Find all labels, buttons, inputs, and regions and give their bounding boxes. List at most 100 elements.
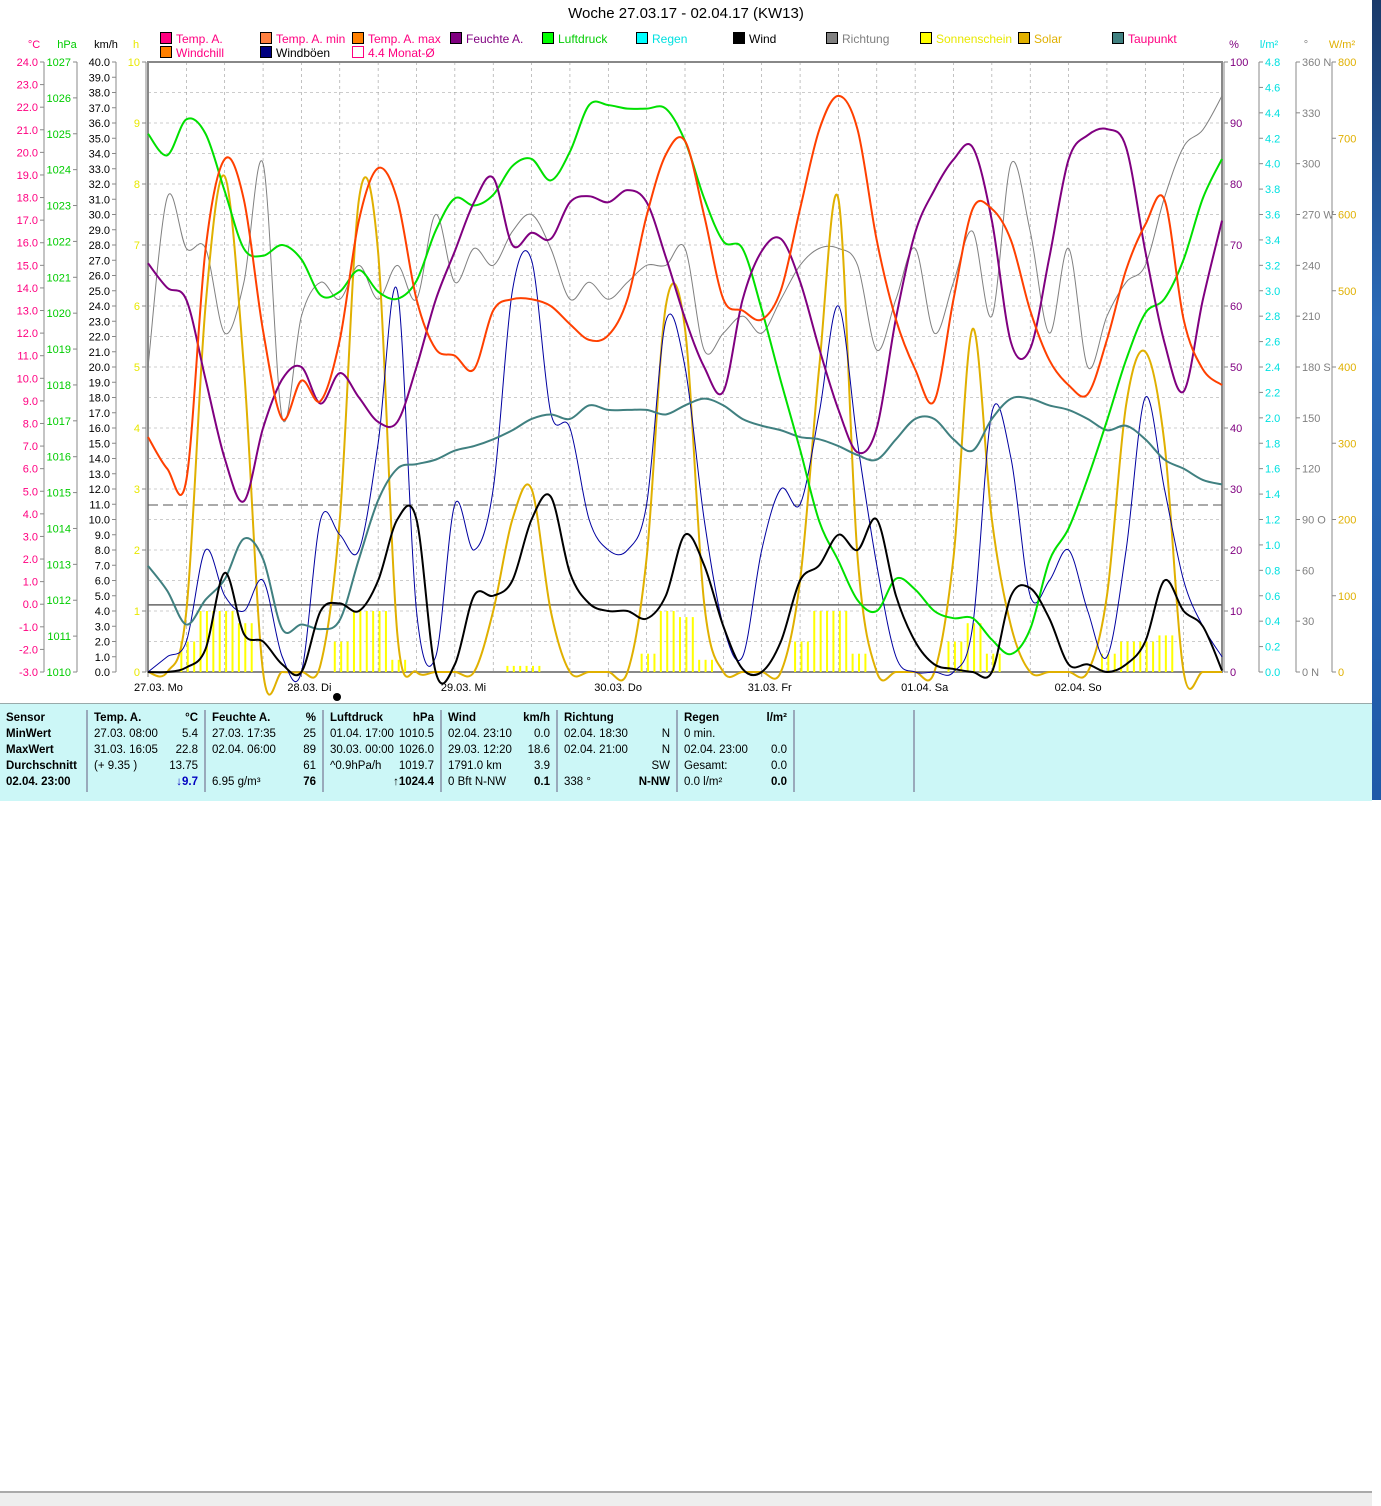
wind-tick-label: 27.0: [89, 255, 110, 267]
legend-item: Windböen: [260, 46, 330, 60]
direction-tick-label: 270 W: [1302, 210, 1334, 222]
sunshine-bar: [666, 611, 669, 672]
sunshine-bar: [250, 623, 253, 672]
legend-label: Feuchte A.: [466, 32, 524, 46]
temp-axis-unit: °C: [28, 39, 40, 51]
sun-tick-label: 7: [134, 240, 140, 252]
legend-item: Luftdruck: [542, 32, 607, 46]
stats-row: 0 min.: [678, 726, 793, 742]
stats-cell-label: 02.04. 18:30: [564, 728, 628, 740]
pressure-tick-label: 1010: [47, 667, 71, 679]
stats-row: 02.04. 21:00 N: [558, 742, 676, 758]
sunshine-bar: [813, 611, 816, 672]
sun-tick-label: 9: [134, 118, 140, 130]
stats-row: Gesamt: 0.0: [678, 758, 793, 774]
rain-tick-label: 2.8: [1265, 311, 1280, 323]
stats-row: 02.04. 23:10 0.0: [442, 726, 556, 742]
stats-header: Luftdruck hPa: [324, 710, 440, 726]
sunshine-bar: [704, 659, 707, 672]
x-tick-label: 01.04. Sa: [901, 682, 949, 694]
rain-tick-label: 1.8: [1265, 438, 1280, 450]
stats-cell-label: 0.0 l/m²: [684, 776, 723, 788]
stats-cell-label: 02.04. 23:00: [684, 744, 748, 756]
wind-tick-label: 9.0: [95, 530, 110, 542]
direction-axis-unit: °: [1304, 39, 1308, 51]
stats-cell-label: 27.03. 17:35: [212, 728, 276, 740]
stats-cell-label: 27.03. 08:00: [94, 728, 158, 740]
sunshine-bar: [864, 653, 867, 672]
stats-cell-value: N: [661, 728, 670, 740]
sunshine-bar: [1113, 653, 1116, 672]
stats-cell-label: 30.03. 00:00: [330, 744, 394, 756]
x-tick-label: 27.03. Mo: [134, 682, 183, 694]
wind-tick-label: 20.0: [89, 362, 110, 374]
stats-row: 29.03. 12:20 18.6: [442, 742, 556, 758]
legend-swatch: [260, 32, 272, 44]
wind-tick-label: 21.0: [89, 347, 110, 359]
pressure-tick-label: 1022: [47, 236, 71, 248]
temp-tick-label: 12.0: [17, 328, 38, 340]
stats-cell-value: 89: [303, 744, 316, 756]
legend-swatch: [352, 46, 364, 58]
solar-tick-label: 800: [1338, 57, 1356, 69]
stats-empty-column: [795, 710, 915, 792]
wind-tick-label: 11.0: [89, 499, 110, 511]
legend-swatch: [636, 32, 648, 44]
pressure-tick-label: 1027: [47, 57, 71, 69]
stats-row-label: 02.04. 23:00: [6, 776, 71, 788]
pressure-tick-label: 1012: [47, 595, 71, 607]
temp-tick-label: 6.0: [23, 464, 38, 476]
sunshine-bar: [647, 653, 650, 672]
sunshine-bar: [851, 653, 854, 672]
sunshine-bar: [346, 641, 349, 672]
stats-row: 0 Bft N-NW 0.1: [442, 774, 556, 790]
temp-tick-label: 9.0: [23, 396, 38, 408]
wind-tick-label: 30.0: [89, 210, 110, 222]
stats-header: Sensor: [6, 712, 45, 724]
sunshine-bar: [199, 611, 202, 672]
stats-cell-label: (+ 9.35 ): [94, 760, 138, 772]
solar-tick-label: 700: [1338, 133, 1356, 145]
stats-row: (+ 9.35 ) 13.75: [88, 758, 204, 774]
wind-tick-label: 31.0: [89, 194, 110, 206]
stats-cell-value: 25: [303, 728, 316, 740]
temp-tick-label: 16.0: [17, 238, 38, 250]
wind-tick-label: 22.0: [89, 332, 110, 344]
stats-cell-value: 1019.7: [398, 760, 434, 772]
stats-cell-value: 18.6: [527, 744, 550, 756]
legend-swatch: [260, 46, 272, 58]
wind-axis-unit: km/h: [94, 39, 118, 51]
temp-tick-label: 8.0: [23, 418, 38, 430]
rain-tick-label: 1.2: [1265, 515, 1280, 527]
wind-tick-label: 26.0: [89, 271, 110, 283]
wind-tick-label: 17.0: [89, 408, 110, 420]
stats-cell-label: 0 Bft N-NW: [448, 776, 507, 788]
solar-axis-unit: W/m²: [1329, 39, 1356, 51]
stats-header: Temp. A. °C: [88, 710, 204, 726]
weather-chart: °C -3.0 -2.0 -1.0 0.0 1.0 2.0 3.0 4.0 5.0 6.0 7.0 8.…: [17, 39, 1356, 701]
temp-tick-label: -2.0: [19, 644, 38, 656]
humidity-axis-unit: %: [1229, 39, 1239, 51]
sunshine-bar: [826, 611, 829, 672]
stats-cell-value: ↑1024.4: [393, 776, 434, 788]
pressure-tick-label: 1014: [47, 523, 71, 535]
stats-cell-label: 01.04. 17:00: [330, 728, 394, 740]
sunshine-bar: [985, 653, 988, 672]
stats-row: 01.04. 17:00 1010.5: [324, 726, 440, 742]
stats-cell-value: 0.0: [771, 744, 787, 756]
temp-tick-label: 1.0: [23, 577, 38, 589]
stats-header-label: Feuchte A.: [212, 712, 271, 724]
sunshine-bar: [806, 641, 809, 672]
desktop-background: [1372, 0, 1381, 800]
temp-tick-label: 2.0: [23, 554, 38, 566]
legend-label: Temp. A. min: [276, 32, 346, 46]
temp-tick-label: 23.0: [17, 80, 38, 92]
direction-tick-label: 330: [1302, 108, 1320, 120]
direction-tick-label: 60: [1302, 565, 1314, 577]
direction-tick-label: 240: [1302, 260, 1320, 272]
wind-tick-label: 33.0: [89, 164, 110, 176]
sunshine-bar: [193, 641, 196, 672]
legend-label: Temp. A. max: [368, 32, 441, 46]
sunshine-bar: [1171, 635, 1174, 672]
stats-column: Regen l/m² 0 min. 02.04. 23:00 0.0 Gesamt: 0.0…: [678, 710, 795, 792]
